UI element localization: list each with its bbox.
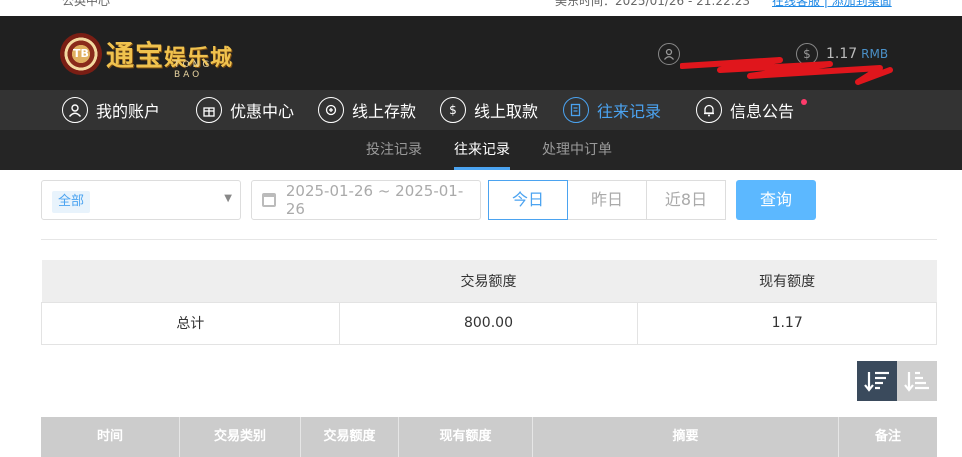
calendar-icon: [262, 193, 276, 207]
nav-deposit[interactable]: 线上存款: [318, 90, 416, 130]
summary-transaction: 800.00: [338, 301, 639, 345]
summary-header-cell: 现有额度: [637, 260, 937, 302]
select-value: 全部: [52, 191, 91, 213]
summary-current: 1.17: [637, 301, 937, 345]
nav-withdraw[interactable]: $ 线上取款: [440, 90, 538, 130]
top-strip: 公英中心 美东时间：2025/01/26 - 21:22:23 在线客服 | 添…: [0, 0, 962, 16]
bell-icon: [696, 97, 722, 123]
summary-header-cell: 交易额度: [339, 260, 638, 302]
summary-header-cell: [41, 260, 340, 302]
site-header: 通宝娱乐城 TONG BAO $ 1.17RMB: [0, 16, 962, 90]
sort-desc-icon: [864, 371, 889, 392]
nav-label: 线上存款: [352, 102, 417, 121]
user-circle-icon: [62, 97, 88, 123]
summary-header-row: 交易额度 现有额度: [41, 260, 937, 302]
quick-today-button[interactable]: 今日: [488, 180, 568, 220]
sort-asc-icon: [904, 371, 929, 392]
server-time: 美东时间：2025/01/26 - 21:22:23: [555, 0, 751, 8]
main-nav: 我的账户 优惠中心 线上存款 $ 线上取款 往来记录 信息公告: [0, 90, 962, 130]
user-icon: [658, 43, 680, 65]
quick-yesterday-button[interactable]: 昨日: [567, 180, 647, 220]
subtab-bet-records[interactable]: 投注记录: [366, 130, 422, 170]
col-amount: 交易额度: [301, 417, 399, 457]
sub-nav: 投注记录 往来记录 处理中订单: [0, 130, 962, 170]
sort-ascending-button[interactable]: [897, 361, 937, 401]
nav-promotions[interactable]: 优惠中心: [196, 90, 294, 130]
col-time: 时间: [41, 417, 180, 457]
type-select[interactable]: 全部 ▼: [41, 180, 241, 220]
records-table-header: 时间 交易类别 交易额度 现有额度 摘要 备注: [41, 417, 937, 457]
top-left-text: 公英中心: [62, 0, 111, 8]
withdraw-icon: $: [440, 97, 466, 123]
date-range-value: 2025-01-26 ~ 2025-01-26: [285, 182, 464, 218]
nav-label: 优惠中心: [230, 102, 295, 121]
summary-label: 总计: [41, 301, 340, 345]
col-type: 交易类别: [180, 417, 301, 457]
logo-emblem-icon: [60, 33, 102, 75]
notification-dot: [801, 99, 807, 105]
site-logo[interactable]: 通宝娱乐城 TONG BAO: [60, 33, 233, 80]
date-range-input[interactable]: 2025-01-26 ~ 2025-01-26: [251, 180, 481, 220]
col-balance: 现有额度: [399, 417, 533, 457]
nav-label: 我的账户: [96, 102, 161, 121]
subtab-transaction-records[interactable]: 往来记录: [454, 130, 510, 170]
records-icon: [563, 97, 589, 123]
nav-label: 往来记录: [597, 102, 662, 121]
summary-table: 交易额度 现有额度 总计 800.00 1.17: [41, 260, 937, 345]
summary-row: 总计 800.00 1.17: [41, 301, 937, 345]
top-links[interactable]: 在线客服 | 添加到桌面: [772, 0, 892, 9]
nav-my-account[interactable]: 我的账户: [62, 90, 160, 130]
nav-label: 线上取款: [474, 102, 539, 121]
query-button[interactable]: 查询: [736, 180, 816, 220]
nav-label: 信息公告: [730, 102, 795, 121]
logo-english: TONG BAO: [174, 60, 213, 80]
col-summary: 摘要: [533, 417, 839, 457]
deposit-icon: [318, 97, 344, 123]
sort-descending-button[interactable]: [857, 361, 897, 401]
col-remark: 备注: [874, 429, 901, 444]
subtab-pending-orders[interactable]: 处理中订单: [542, 130, 612, 170]
nav-records[interactable]: 往来记录: [563, 90, 661, 130]
divider: [41, 239, 937, 240]
nav-announcements[interactable]: 信息公告: [696, 90, 794, 130]
chevron-down-icon: ▼: [224, 193, 232, 204]
quick-8days-button[interactable]: 近8日: [646, 180, 726, 220]
gift-icon: [196, 97, 222, 123]
